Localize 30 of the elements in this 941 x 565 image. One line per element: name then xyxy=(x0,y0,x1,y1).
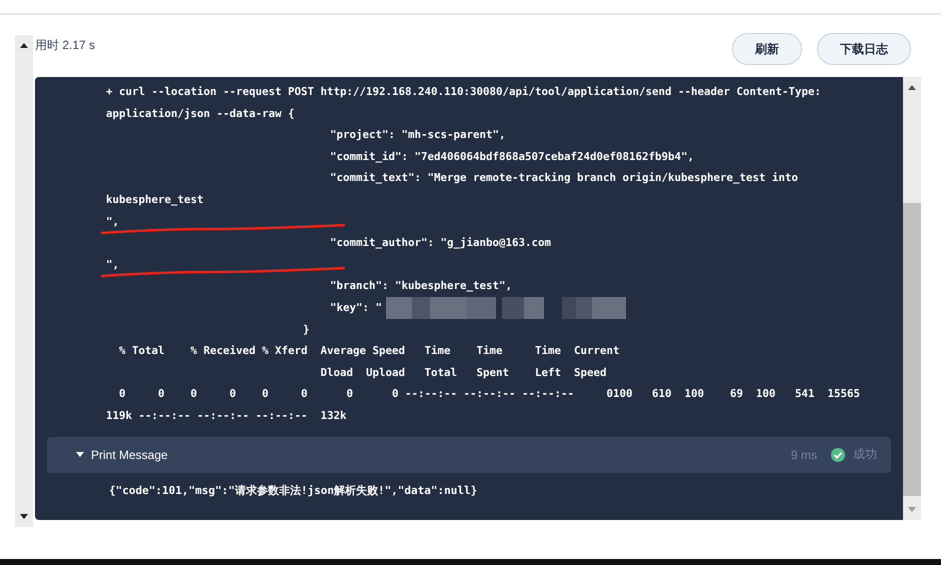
scroll-down-icon[interactable] xyxy=(19,513,29,521)
action-button[interactable]: 刷新 xyxy=(732,33,802,65)
log-line: "key": " xyxy=(330,300,382,316)
log-line: 119k --:--:-- --:--:-- --:--:-- 132k xyxy=(106,408,347,424)
log-line: "commit_text": "Merge remote-tracking branch origin/kubesphere_test into xyxy=(330,170,798,186)
scroll-up-icon[interactable] xyxy=(19,41,29,49)
log-line: "project": "mh-scs-parent", xyxy=(330,127,506,144)
scroll-up-icon[interactable] xyxy=(907,83,917,91)
scrollbar[interactable] xyxy=(15,35,33,527)
step-title: Print Message xyxy=(91,448,168,462)
caret-icon[interactable] xyxy=(75,450,85,458)
step-bar[interactable]: Print Message 9 ms 成功 xyxy=(47,436,891,472)
log-line: ", xyxy=(106,256,120,273)
scrollbar[interactable] xyxy=(903,77,921,520)
step-output: {"code":101,"msg":"请求参数非法!json解析失败!","data":null} xyxy=(108,482,478,498)
duration-text: 用时 2.17 s xyxy=(35,37,96,54)
log-line: ", xyxy=(106,214,120,230)
log-line: + curl --location --request POST http://192.168.240.110:30080/api/tool/application/send --header Content-Type: xyxy=(106,84,822,100)
log-line: "commit_author": "g_jianbo@163.com xyxy=(330,235,552,252)
log-line: "commit_id": "7ed406064bdf868a507cebaf24d0ef08162fb9b4", xyxy=(330,148,694,165)
step-status: 成功 xyxy=(853,446,877,463)
log-line: application/json --data-raw { xyxy=(106,106,295,122)
step-time: 9 ms xyxy=(790,448,817,462)
log-line: % Total % Received % Xferd Average Speed Time Time Time Current xyxy=(118,343,620,360)
log-line: "branch": "kubesphere_test", xyxy=(330,278,512,294)
log-line: } xyxy=(303,322,310,338)
log-line: 0 0 0 0 0 0 0 0 --:--:-- --:--:-- --:--:-- 0100 610 100 69 100 541 15565 xyxy=(118,386,860,402)
log-line: kubesphere_test xyxy=(106,192,204,208)
action-button[interactable]: 下载日志 xyxy=(817,33,911,65)
log-line: Dload Upload Total Spent Left Speed xyxy=(320,364,607,381)
